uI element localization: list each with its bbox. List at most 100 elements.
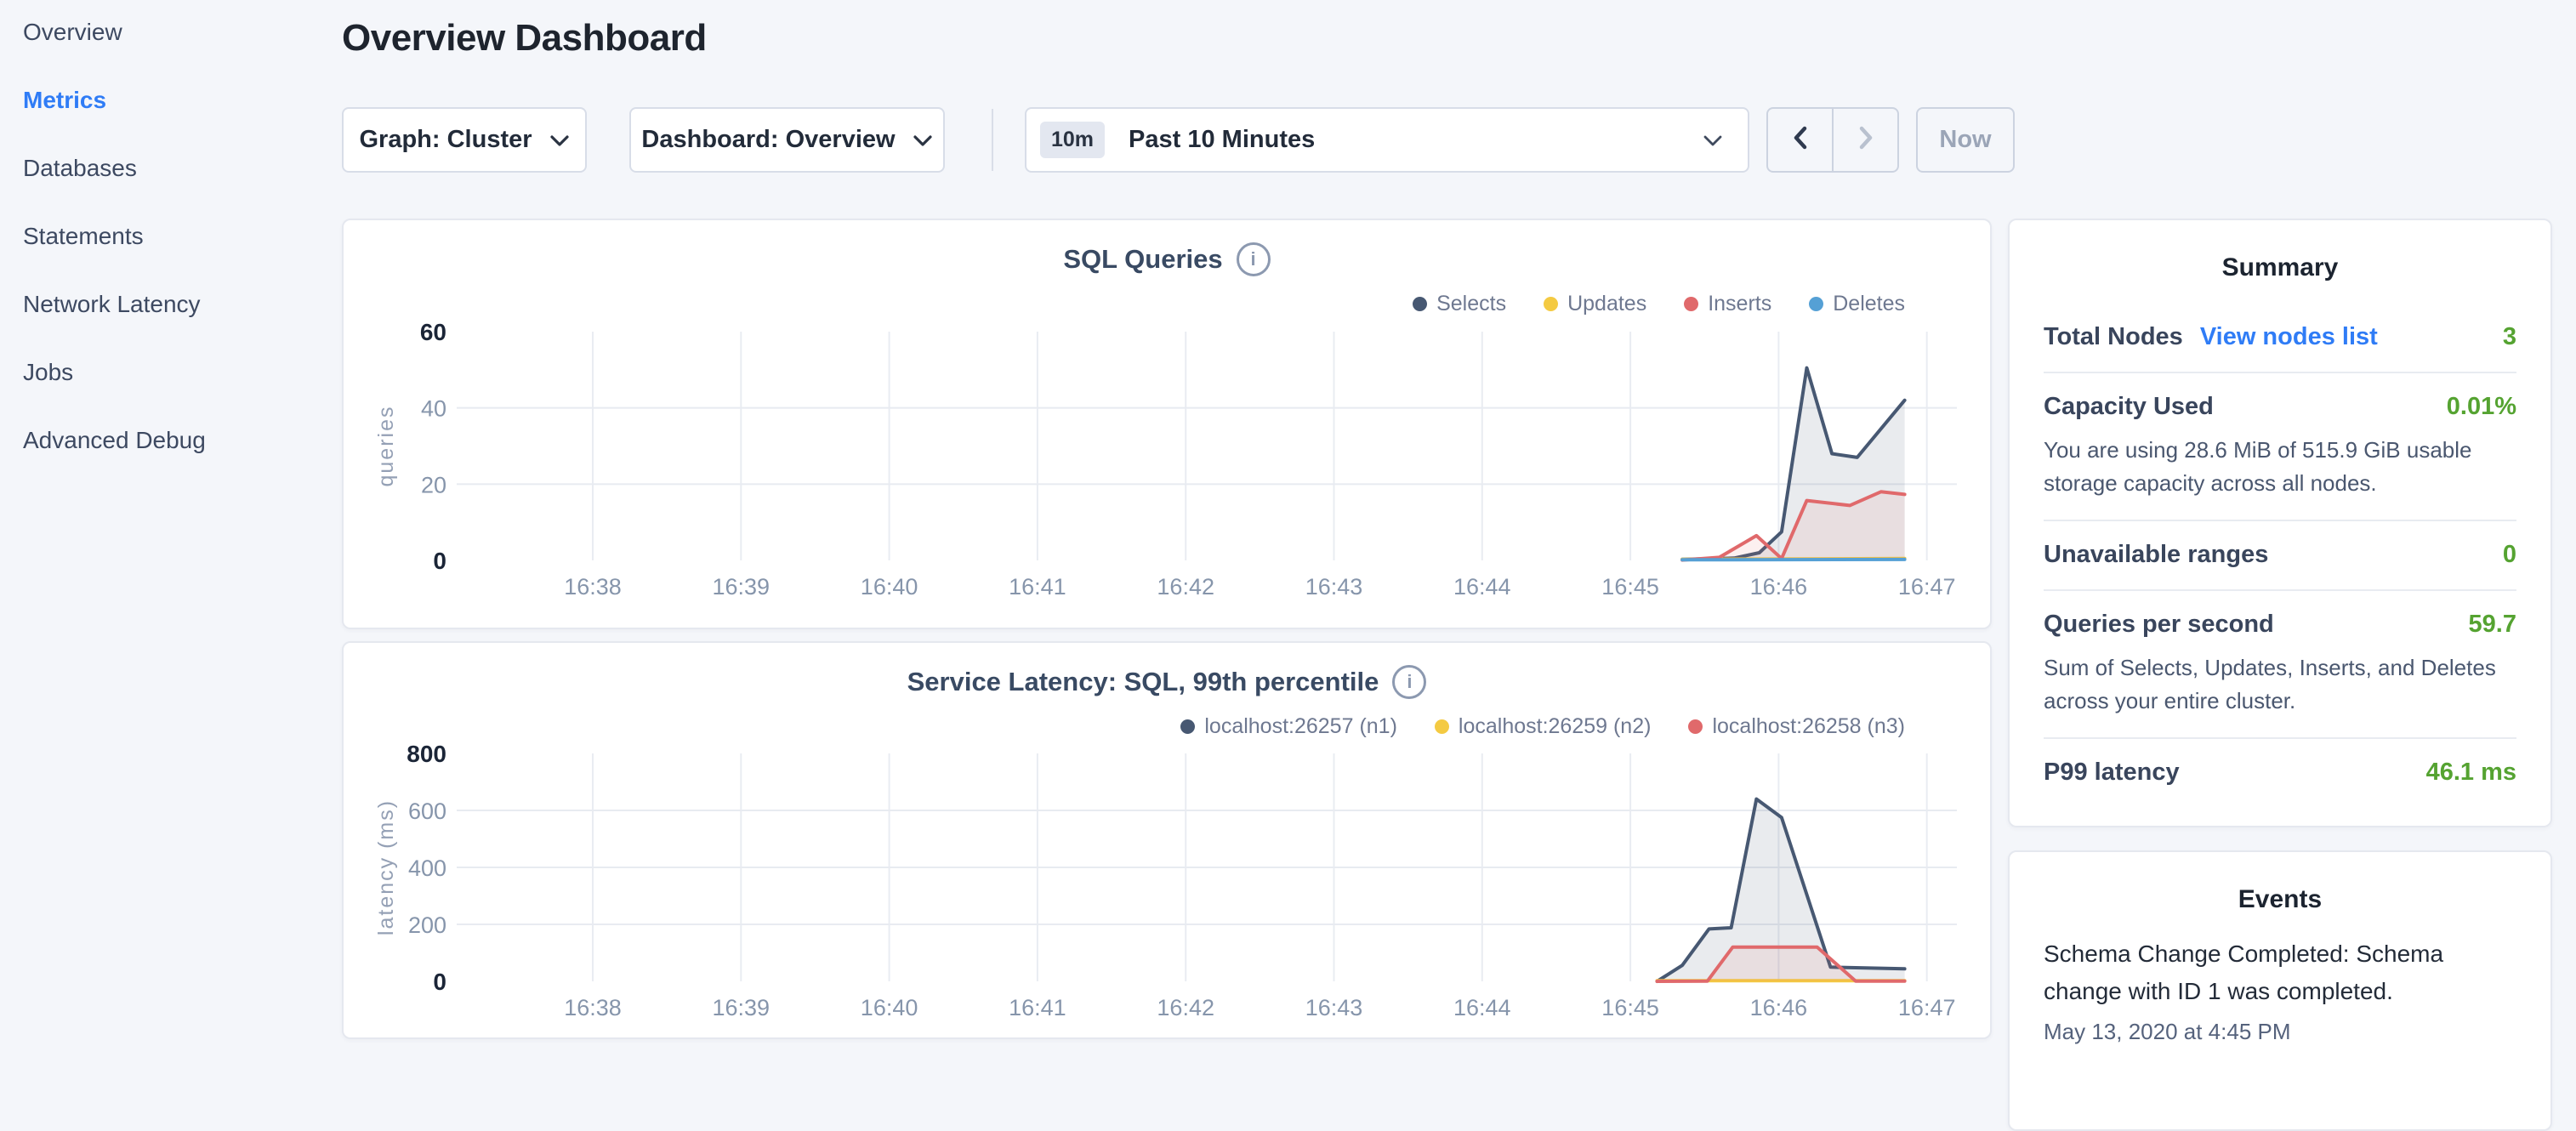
sidebar-item-network-latency[interactable]: Network Latency [23,286,321,323]
legend-dot-icon [1435,719,1449,734]
svg-text:600: 600 [408,799,446,824]
summary-row-queries-per-second: Queries per second59.7 Sum of Selects, Up… [2044,591,2516,739]
chevron-left-icon [1791,125,1810,155]
summary-panel: Summary Total Nodes View nodes list 3 Capac… [2008,219,2552,827]
legend-item-localhost-26258-n3[interactable]: localhost:26258 (n3) [1688,714,1905,739]
time-range-step-buttons [1766,107,1899,173]
svg-text:16:38: 16:38 [564,995,622,1020]
legend-item-localhost-26259-n2[interactable]: localhost:26259 (n2) [1435,714,1652,739]
chevron-down-icon [549,126,570,154]
legend-item-localhost-26257-n1[interactable]: localhost:26257 (n1) [1180,714,1397,739]
svg-text:16:43: 16:43 [1305,574,1363,600]
summary-value: 3 [2503,323,2516,351]
events-panel: Events Schema Change Completed: Schema c… [2008,850,2552,1131]
svg-text:16:45: 16:45 [1601,995,1659,1020]
sidebar-item-jobs[interactable]: Jobs [23,354,321,391]
summary-label: Total Nodes [2044,321,2183,352]
legend-label: localhost:26259 (n2) [1459,714,1652,739]
legend-dot-icon [1809,297,1823,311]
summary-row-head: Queries per second59.7 [2044,609,2516,639]
svg-text:400: 400 [408,855,446,881]
svg-text:60: 60 [420,319,446,345]
dashboard-dropdown[interactable]: Dashboard: Overview [629,107,945,173]
time-range-dropdown[interactable]: 10m Past 10 Minutes [1025,107,1749,173]
summary-row-capacity-used: Capacity Used0.01%You are using 28.6 MiB… [2044,373,2516,521]
event-timestamp: May 13, 2020 at 4:45 PM [2044,1019,2516,1045]
graph-scope-dropdown-label: Graph: Cluster [359,126,532,154]
legend-label: Inserts [1708,292,1771,316]
svg-text:16:44: 16:44 [1453,574,1511,600]
graph-scope-dropdown[interactable]: Graph: Cluster [342,107,587,173]
legend-label: Updates [1567,292,1646,316]
event-message: Schema Change Completed: Schema change w… [2044,935,2516,1010]
svg-text:16:40: 16:40 [861,574,918,600]
summary-row-total-nodes: Total Nodes View nodes list 3 [2044,304,2516,373]
summary-row-head: Unavailable ranges0 [2044,539,2516,570]
sidebar-item-overview[interactable]: Overview [23,14,321,51]
summary-description: You are using 28.6 MiB of 515.9 GiB usab… [2044,434,2516,500]
svg-text:16:40: 16:40 [861,995,918,1020]
svg-text:16:42: 16:42 [1157,995,1214,1020]
sidebar-item-advanced-debug[interactable]: Advanced Debug [23,422,321,459]
legend-item-selects[interactable]: Selects [1413,292,1506,316]
view-nodes-list-link[interactable]: View nodes list [2200,323,2378,351]
legend-dot-icon [1413,297,1427,311]
svg-text:0: 0 [433,969,446,995]
svg-text:800: 800 [407,741,446,767]
svg-text:0: 0 [433,548,446,574]
svg-text:16:41: 16:41 [1009,995,1066,1020]
summary-value: 46.1 ms [2426,759,2516,787]
events-title: Events [2010,884,2550,915]
svg-text:16:46: 16:46 [1750,574,1808,600]
service-latency-sql-99th-percentile-plot[interactable]: 16:3816:3916:4016:4116:4216:4316:4416:45… [344,643,1993,1041]
chevron-down-icon [1703,135,1722,151]
toolbar-divider [992,109,993,171]
svg-text:16:43: 16:43 [1305,995,1363,1020]
info-icon[interactable]: i [1237,242,1271,276]
sidebar-item-databases[interactable]: Databases [23,150,321,187]
sql-queries-chart-panel: SQL Queries i Selects Updates Inserts Delet… [342,219,1992,629]
now-button[interactable]: Now [1916,107,2015,173]
legend-label: Selects [1436,292,1506,316]
legend-label: localhost:26257 (n1) [1204,714,1397,739]
summary-row-head: P99 latency46.1 ms [2044,757,2516,787]
event-item[interactable]: Schema Change Completed: Schema change w… [2044,935,2516,1045]
next-range-button[interactable] [1834,109,1897,171]
sidebar-item-statements[interactable]: Statements [23,218,321,255]
legend-item-updates[interactable]: Updates [1544,292,1646,316]
svg-text:latency (ms): latency (ms) [374,799,398,935]
legend-dot-icon [1544,297,1558,311]
chevron-right-icon [1857,125,1875,155]
summary-row-unavailable-ranges: Unavailable ranges0 [2044,521,2516,591]
summary-row-head: Total Nodes View nodes list 3 [2044,321,2516,352]
chart-legend: Selects Updates Inserts Deletes [1413,292,1905,316]
chevron-down-icon [913,126,933,154]
service-latency-chart-panel: Service Latency: SQL, 99th percentile i … [342,641,1992,1039]
summary-value: 0.01% [2447,393,2516,421]
sql-queries-plot[interactable]: 16:3816:3916:4016:4116:4216:4316:4416:45… [344,220,1993,631]
summary-row-p99-latency: P99 latency46.1 ms [2044,739,2516,807]
legend-dot-icon [1684,297,1698,311]
svg-text:16:39: 16:39 [713,574,771,600]
summary-value: 59.7 [2469,611,2516,639]
summary-description: Sum of Selects, Updates, Inserts, and De… [2044,651,2516,718]
svg-text:20: 20 [421,472,446,497]
sidebar: Overview Metrics Databases Statements Networ… [23,14,321,490]
page-title: Overview Dashboard [342,17,707,60]
svg-text:16:42: 16:42 [1157,574,1214,600]
chart-title: SQL Queries [1063,244,1222,275]
sidebar-item-metrics[interactable]: Metrics [23,82,321,119]
svg-text:16:41: 16:41 [1009,574,1066,600]
legend-dot-icon [1180,719,1195,734]
chart-title: Service Latency: SQL, 99th percentile [907,667,1379,697]
summary-title: Summary [2010,253,2550,283]
summary-value: 0 [2503,541,2516,569]
time-range-badge: 10m [1040,122,1105,158]
legend-item-deletes[interactable]: Deletes [1809,292,1905,316]
time-range-label: Past 10 Minutes [1129,126,1315,154]
svg-text:16:47: 16:47 [1898,574,1956,600]
legend-item-inserts[interactable]: Inserts [1684,292,1771,316]
previous-range-button[interactable] [1768,109,1834,171]
legend-label: localhost:26258 (n3) [1712,714,1905,739]
info-icon[interactable]: i [1392,665,1426,699]
